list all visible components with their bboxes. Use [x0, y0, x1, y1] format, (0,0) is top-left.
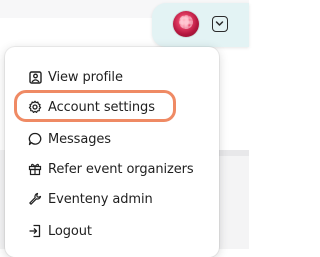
menu-item-view-profile[interactable]: View profile	[5, 62, 219, 92]
gift-icon	[28, 162, 42, 176]
menu-item-label: Messages	[48, 131, 111, 147]
menu-item-label: Eventeny admin	[48, 191, 153, 207]
avatar[interactable]	[173, 11, 199, 37]
menu-item-refer-event-organizers[interactable]: Refer event organizers	[5, 154, 219, 184]
menu-item-label: Logout	[48, 223, 92, 239]
wrench-icon	[28, 192, 42, 206]
account-dropdown-menu: View profile Account settings Messages R…	[5, 47, 219, 257]
menu-item-label: View profile	[48, 69, 123, 85]
menu-item-label: Account settings	[48, 99, 155, 115]
menu-item-account-settings[interactable]: Account settings	[5, 92, 219, 122]
account-menu-trigger[interactable]	[152, 3, 249, 47]
menu-item-eventeny-admin[interactable]: Eventeny admin	[5, 184, 219, 214]
user-profile-icon	[28, 70, 42, 84]
menu-item-label: Refer event organizers	[48, 161, 194, 177]
logout-icon	[28, 224, 42, 238]
gear-icon	[28, 100, 42, 114]
menu-item-logout[interactable]: Logout	[5, 216, 219, 246]
chat-bubble-icon	[28, 132, 42, 146]
menu-item-messages[interactable]: Messages	[5, 124, 219, 154]
chevron-down-icon[interactable]	[212, 16, 228, 32]
